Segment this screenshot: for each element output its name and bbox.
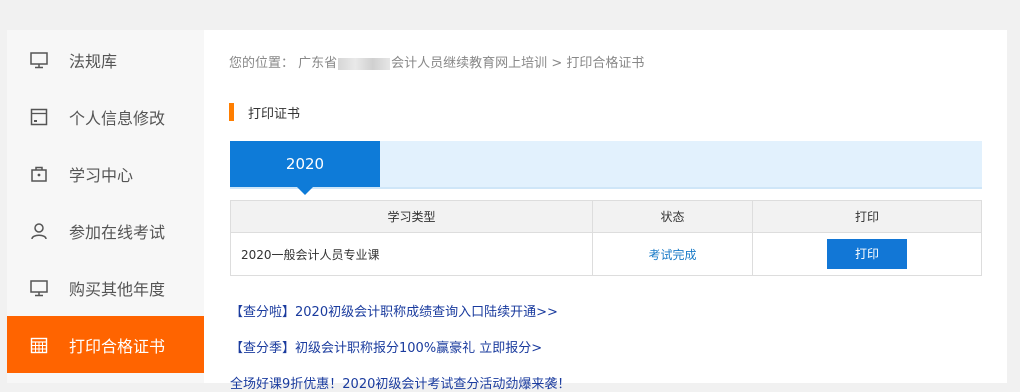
certificate-table: 学习类型 状态 打印 2020一般会计人员专业课 考试完成 打印 (230, 200, 982, 276)
sidebar-item-print-certificate[interactable]: 打印合格证书 (7, 316, 204, 373)
print-button[interactable]: 打印 (827, 239, 907, 269)
column-header-status: 状态 (592, 200, 753, 233)
sidebar-item-label: 学习中心 (69, 165, 134, 185)
bag-icon (31, 166, 47, 182)
breadcrumb-current: 打印合格证书 (566, 56, 645, 71)
breadcrumb-prefix: 您的位置： (229, 56, 295, 71)
user-icon (31, 222, 47, 239)
sidebar-item-regulations[interactable]: 法规库 (7, 31, 204, 88)
year-tab-strip: 2020 (230, 141, 982, 195)
promo-link[interactable]: 【查分啦】2020初级会计职称成绩查询入口陆续开通>> (230, 301, 558, 320)
calendar-icon (30, 337, 48, 353)
table-row: 2020一般会计人员专业课 考试完成 打印 (230, 232, 982, 276)
section-title: 打印证书 (248, 106, 301, 122)
sidebar-item-label: 法规库 (69, 51, 118, 71)
sidebar-item-label: 购买其他年度 (69, 279, 166, 299)
column-header-type: 学习类型 (230, 200, 593, 233)
breadcrumb-region[interactable]: 广东省 (298, 56, 337, 71)
section-header: 打印证书 (229, 102, 300, 122)
monitor-icon (30, 51, 48, 68)
sidebar-item-online-exam[interactable]: 参加在线考试 (7, 202, 204, 259)
monitor-icon (30, 279, 48, 296)
redacted-text (338, 57, 391, 70)
cell-status: 考试完成 (592, 232, 753, 276)
sidebar-item-profile[interactable]: 个人信息修改 (7, 88, 204, 145)
column-header-print: 打印 (752, 200, 982, 233)
breadcrumb-site[interactable]: 会计人员继续教育网上培训 (391, 56, 547, 71)
sidebar-item-label: 打印合格证书 (69, 336, 166, 356)
main-content: 您的位置： 广东省 会计人员继续教育网上培训 > 打印合格证书 打印证书 2020… (204, 30, 1007, 392)
table-header-row: 学习类型 状态 打印 (230, 200, 982, 233)
breadcrumb: 您的位置： 广东省 会计人员继续教育网上培训 > 打印合格证书 (229, 52, 644, 71)
form-icon (30, 108, 48, 125)
sidebar: 法规库 个人信息修改 学习中心 参加在线考试 购买其他年度 打印合格证书 (7, 30, 204, 383)
tab-year-2020[interactable]: 2020 (230, 141, 380, 195)
breadcrumb-separator: > (551, 56, 563, 71)
sidebar-item-label: 个人信息修改 (69, 108, 166, 128)
section-accent-bar (229, 103, 234, 121)
promo-link[interactable]: 【查分季】初级会计职称报分100%赢豪礼 立即报分> (230, 337, 542, 356)
sidebar-item-label: 参加在线考试 (69, 222, 166, 242)
cell-study-type: 2020一般会计人员专业课 (230, 232, 593, 276)
sidebar-item-learning[interactable]: 学习中心 (7, 145, 204, 202)
sidebar-item-buy-years[interactable]: 购买其他年度 (7, 259, 204, 316)
cell-print: 打印 (752, 232, 982, 276)
